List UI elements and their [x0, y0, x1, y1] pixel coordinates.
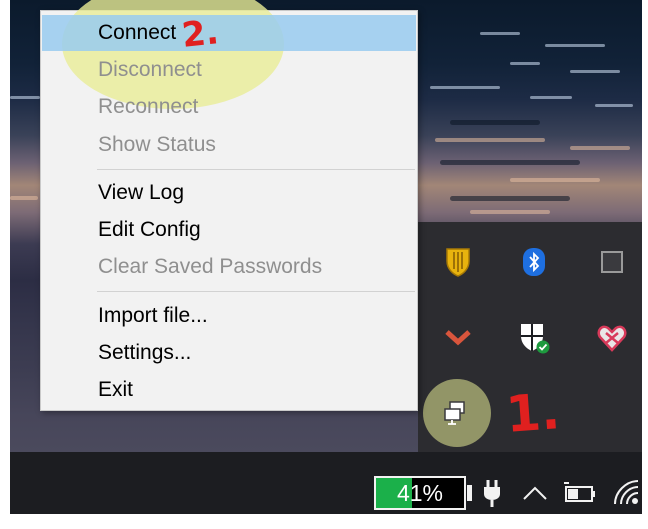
wifi-icon[interactable] [610, 476, 642, 508]
menu-item-clear-saved-passwords: Clear Saved Passwords [42, 249, 416, 285]
menu-item-label: View Log [98, 181, 185, 204]
battery-indicator[interactable]: 41% [374, 476, 466, 510]
power-plug-icon [480, 478, 504, 508]
step-2-marker: 2. [180, 12, 221, 56]
menu-item-edit-config[interactable]: Edit Config [42, 212, 416, 248]
menu-separator [97, 291, 415, 292]
menu-item-label: Edit Config [98, 218, 201, 241]
menu-item-label: Import file... [98, 304, 208, 327]
menu-item-label: Reconnect [98, 95, 199, 118]
show-hidden-icons-chevron[interactable] [520, 478, 550, 508]
menu-item-label: Exit [98, 378, 134, 401]
chevron-app-icon[interactable] [440, 320, 476, 356]
menu-item-label: Disconnect [98, 58, 202, 81]
battery-terminal [467, 485, 472, 501]
bluetooth-icon[interactable] [516, 244, 552, 280]
openvpn-icon[interactable] [439, 395, 475, 431]
square-app-icon[interactable] [594, 244, 630, 280]
windows-security-icon[interactable] [516, 320, 552, 356]
shield-app-icon[interactable] [440, 244, 476, 280]
menu-item-label: Clear Saved Passwords [98, 255, 323, 278]
menu-item-disconnect: Disconnect [42, 52, 416, 88]
openvpn-context-menu: Connect Disconnect Reconnect Show Status… [40, 0, 418, 411]
menu-separator [97, 169, 415, 170]
menu-item-show-status: Show Status [42, 127, 416, 163]
menu-item-label: Connect [98, 21, 177, 44]
menu-item-settings[interactable]: Settings... [42, 335, 416, 371]
menu-item-import-file[interactable]: Import file... [42, 298, 416, 334]
menu-item-reconnect: Reconnect [42, 89, 416, 125]
menu-item-exit[interactable]: Exit [42, 372, 416, 408]
battery-percentage: 41% [396, 479, 444, 506]
menu-item-connect[interactable]: Connect [42, 15, 416, 51]
menu-item-view-log[interactable]: View Log [42, 175, 416, 211]
menu-item-label: Settings... [98, 341, 192, 364]
step-1-marker: 1. [504, 382, 562, 444]
menu-item-label: Show Status [98, 133, 216, 156]
heart-app-icon[interactable] [594, 320, 630, 356]
battery-icon[interactable] [562, 478, 598, 508]
